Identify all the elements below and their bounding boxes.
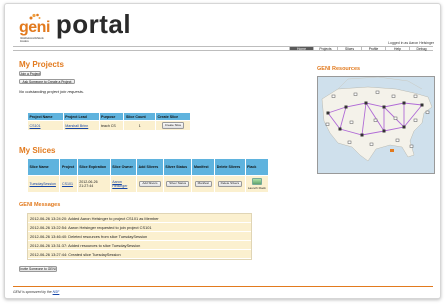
delete-slivers-button[interactable]: Delete Slivers [217, 180, 243, 188]
list-item: 2012-06-26 13:24:20: Added Aaron Helsing… [28, 214, 251, 223]
resources-map[interactable] [317, 76, 435, 174]
tab-projects[interactable]: Projects [313, 47, 337, 51]
geni-logo-subtitle: Global Environment for Network Innovatio… [20, 37, 44, 43]
geni-logo-text: geni [19, 19, 50, 36]
slice-owner-first: Aaron [112, 179, 122, 184]
slice-expiration-date: 2012-06-26 [79, 179, 98, 184]
no-join-requests-note: No outstanding project join requests. [19, 89, 84, 94]
map-graphic [318, 77, 434, 173]
col-flack: Flack [244, 158, 270, 176]
col-slice-owner: Slice Owner [109, 158, 137, 176]
geni-logo: geni Global Environment for Network Inno… [19, 13, 50, 43]
footer: GENI is sponsored by the NSF [13, 286, 433, 294]
tab-help[interactable]: Help [385, 47, 409, 51]
col-slice-name: Slice Name [26, 158, 61, 176]
col-project: Project [59, 158, 78, 176]
launch-flack-button[interactable]: Launch Flack [244, 175, 270, 193]
sliver-status-button[interactable]: Sliver Status [166, 180, 190, 188]
browser-window: geni Global Environment for Network Inno… [4, 3, 441, 299]
col-purpose: Purpose [98, 112, 125, 121]
slice-owner-last: Helsinger [112, 184, 128, 188]
table-row: CS101 Marshall Brinn teach CS 1 Create S… [27, 120, 191, 131]
project-lead-link[interactable]: Marshall Brinn [65, 124, 88, 128]
list-item: 2012-06-26 13:31:37: Added resources to … [28, 241, 251, 250]
header: geni Global Environment for Network Inno… [5, 4, 440, 48]
footer-text: GENI is sponsored by the [13, 290, 53, 294]
list-item: 2012-06-26 13:46:40: Deleted resources f… [28, 232, 251, 241]
slices-table-header: Slice Name Project Slice Expiration Slic… [26, 158, 270, 176]
tab-home[interactable]: Home [289, 47, 313, 51]
flack-icon [251, 177, 262, 185]
col-manifest: Manifest [191, 158, 216, 176]
portal-logo[interactable]: geni Global Environment for Network Inno… [19, 9, 132, 43]
list-item: 2012-06-26 13:22:54: Aaron Helsinger req… [28, 223, 251, 232]
projects-table-header: Project Name Project Lead Purpose Slice … [27, 112, 191, 121]
geni-messages-heading: GENI Messages [19, 202, 61, 208]
manifest-button[interactable]: Manifest [194, 180, 213, 188]
slice-project-link[interactable]: CS101 [62, 182, 73, 186]
project-slice-count: 1 [123, 120, 157, 131]
list-item: 2012-06-26 13:27:44: Created slice Tuesd… [28, 250, 251, 259]
table-row: TuesdaySession CS101 2012-06-26 21:27:44 … [26, 175, 270, 193]
slices-table: Slice Name Project Slice Expiration Slic… [26, 158, 270, 193]
project-purpose: teach CS [98, 120, 125, 131]
col-add-slivers: Add Slivers [135, 158, 164, 176]
col-slice-expiration: Slice Expiration [76, 158, 111, 176]
nav-bar: Home Projects Slices Profile Help Debug [13, 46, 433, 51]
col-slice-count: Slice Count [123, 112, 157, 121]
col-create-slice: Create Slice [155, 112, 191, 121]
col-sliver-status: Sliver Status [162, 158, 193, 176]
col-project-name: Project Name [27, 112, 64, 121]
launch-flack-label: Launch Flack [247, 186, 266, 190]
col-delete-slivers: Delete Slivers [214, 158, 246, 176]
col-project-lead: Project Lead [62, 112, 100, 121]
nsf-link[interactable]: NSF [53, 290, 60, 294]
create-slice-button[interactable]: Create Slice [161, 122, 185, 129]
my-slices-heading: My Slices [19, 146, 56, 155]
slice-owner-link[interactable]: Aaron Helsinger [112, 180, 127, 189]
logged-in-status: Logged in as Aaron Helsinger [388, 41, 434, 45]
slice-expiration-time: 21:27:44 [79, 184, 94, 188]
messages-list: 2012-06-26 13:24:20: Added Aaron Helsing… [27, 213, 252, 260]
tab-debug[interactable]: Debug [409, 47, 433, 51]
slice-link-tuesdaysession[interactable]: TuesdaySession [30, 182, 56, 186]
ask-create-project-button[interactable]: Ask Someone to Create a Project [19, 79, 75, 84]
project-link-cs101[interactable]: CS101 [30, 124, 41, 128]
selected-site-marker [390, 149, 394, 152]
geni-resources-heading: GENI Resources [317, 66, 361, 72]
geni-logo-dots-icon [29, 13, 41, 20]
tab-profile[interactable]: Profile [361, 47, 385, 51]
invite-to-geni-button[interactable]: Invite Someone to GENI [19, 266, 57, 272]
add-slivers-button[interactable]: Add Slivers [139, 180, 161, 188]
join-project-button[interactable]: Join a Project [19, 71, 41, 76]
portal-logo-text: portal [55, 9, 132, 39]
my-projects-heading: My Projects [19, 60, 64, 69]
slice-expiration: 2012-06-26 21:27:44 [76, 175, 111, 193]
projects-table: Project Name Project Lead Purpose Slice … [27, 112, 191, 131]
tab-slices[interactable]: Slices [337, 47, 361, 51]
